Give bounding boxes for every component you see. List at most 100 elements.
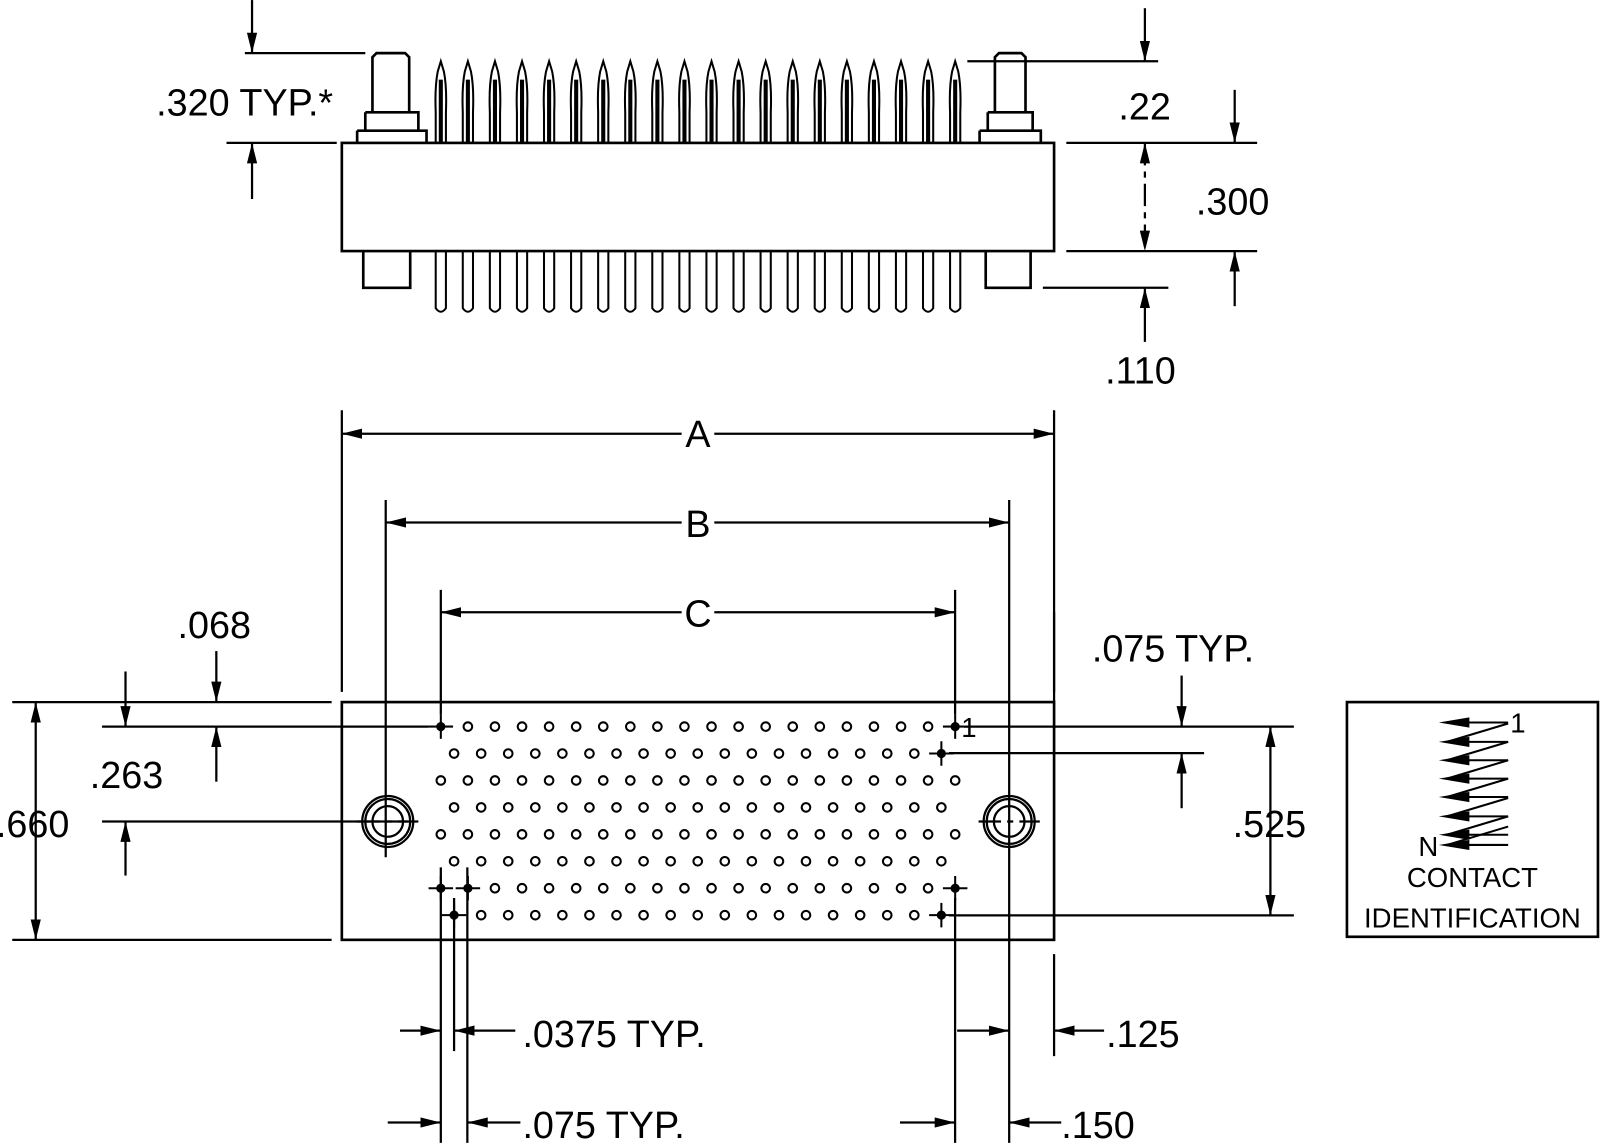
pin-tail — [461, 251, 475, 313]
pin-tail — [949, 251, 962, 313]
contact-hole — [502, 802, 514, 813]
contact-id-title-line1: CONTACT — [1407, 862, 1538, 893]
pin-slot — [682, 79, 687, 143]
contact-hole — [475, 748, 487, 759]
contact-hole — [895, 721, 907, 732]
contact-pin — [651, 57, 664, 313]
arrow-head-icon — [1438, 829, 1470, 840]
contact-hole — [435, 775, 447, 786]
connector-body-face — [340, 700, 1056, 942]
pin-tail — [759, 251, 772, 313]
dim-150-label: .150 — [1061, 1104, 1134, 1145]
contact-last-label: N — [1418, 831, 1438, 862]
pin-slot — [763, 79, 768, 143]
contact-hole — [692, 855, 704, 867]
contact-hole — [475, 909, 487, 921]
contact-hole — [800, 748, 812, 759]
contact-hole — [706, 882, 717, 894]
contact-id-title-line2: IDENTIFICATION — [1364, 903, 1581, 934]
contact-hole — [570, 775, 582, 786]
contact-pin — [515, 57, 529, 313]
contact-hole — [827, 855, 839, 867]
contact-hole — [502, 855, 514, 867]
contact-hole — [611, 748, 622, 759]
dim-660-label: .660 — [0, 803, 69, 845]
contact-hole — [746, 909, 758, 921]
contact-hole — [516, 775, 528, 786]
arrow-head-icon — [1438, 791, 1470, 803]
contact-hole — [543, 829, 555, 840]
contact-hole — [584, 855, 595, 867]
pin-slot — [790, 79, 795, 143]
contact-hole-grid — [428, 714, 968, 928]
contact-hole — [733, 775, 744, 786]
contact-hole — [773, 909, 785, 921]
contact-hole — [827, 802, 839, 813]
contact-hole — [611, 855, 622, 867]
pin-slot — [844, 79, 849, 143]
dim-110-label: .110 — [1105, 350, 1176, 392]
contact-pin — [732, 57, 745, 313]
mounting-hole-left — [357, 794, 419, 849]
contact-pin — [705, 57, 718, 313]
contact-hole — [814, 829, 826, 840]
contact-hole — [679, 775, 690, 786]
contact-hole — [570, 721, 582, 732]
contact-hole — [543, 882, 555, 894]
dim-C-label: C — [684, 593, 711, 635]
pin-slot — [709, 79, 714, 143]
pin-tail — [813, 251, 826, 313]
contact-hole — [638, 802, 649, 813]
contact-hole — [557, 909, 568, 921]
contact-hole — [787, 775, 799, 786]
pin-slot — [926, 79, 931, 143]
contact-hole — [584, 802, 595, 813]
contact-hole — [719, 909, 731, 921]
contact-hole — [516, 721, 528, 732]
pin-tail — [894, 251, 908, 313]
contact-hole — [529, 748, 541, 759]
contact-hole — [475, 855, 487, 867]
contact-hole — [895, 882, 907, 894]
contact-pin — [678, 57, 691, 313]
contact-hole — [827, 748, 839, 759]
contact-hole — [841, 882, 853, 894]
face-view: A B C .660 .263 .068 .075 TYP. .525 .037… — [0, 410, 1306, 1145]
contact-hole — [489, 829, 501, 840]
contact-hole — [787, 721, 799, 732]
pin-tail — [488, 251, 502, 313]
pin-tail — [786, 251, 799, 313]
pin-slot — [438, 79, 443, 143]
contact-hole — [679, 829, 690, 840]
contact-hole — [692, 802, 704, 813]
dim-125-label: .125 — [1106, 1013, 1179, 1055]
contact-hole — [692, 748, 704, 759]
contact-order-arrows — [1438, 717, 1509, 851]
contact-hole — [908, 748, 920, 759]
contact-pin — [434, 57, 448, 313]
contact-identification-box: 1 N CONTACT IDENTIFICATION — [1345, 700, 1600, 939]
dim-22-label: .22 — [1118, 85, 1170, 127]
contact-hole — [760, 721, 771, 732]
contact-hole — [936, 855, 947, 867]
pin-tail — [867, 251, 881, 313]
contact-hole — [475, 802, 487, 813]
contact-hole — [665, 909, 676, 921]
contact-hole — [868, 882, 880, 894]
contact-hole — [611, 909, 622, 921]
dim-300-label: .300 — [1196, 180, 1269, 222]
contact-hole — [652, 775, 663, 786]
contact-hole — [679, 882, 690, 894]
contact-hole — [800, 802, 812, 813]
contact-hole — [557, 802, 568, 813]
contact-hole — [922, 775, 934, 786]
contact-hole — [854, 748, 866, 759]
contact-pin — [461, 57, 475, 313]
contact-hole — [895, 775, 907, 786]
contact-hole — [881, 909, 893, 921]
pin-tail — [515, 251, 529, 313]
contact-hole — [462, 829, 474, 840]
contact-hole — [597, 721, 609, 732]
contact-pin — [786, 57, 800, 313]
pin-slot — [547, 79, 552, 143]
